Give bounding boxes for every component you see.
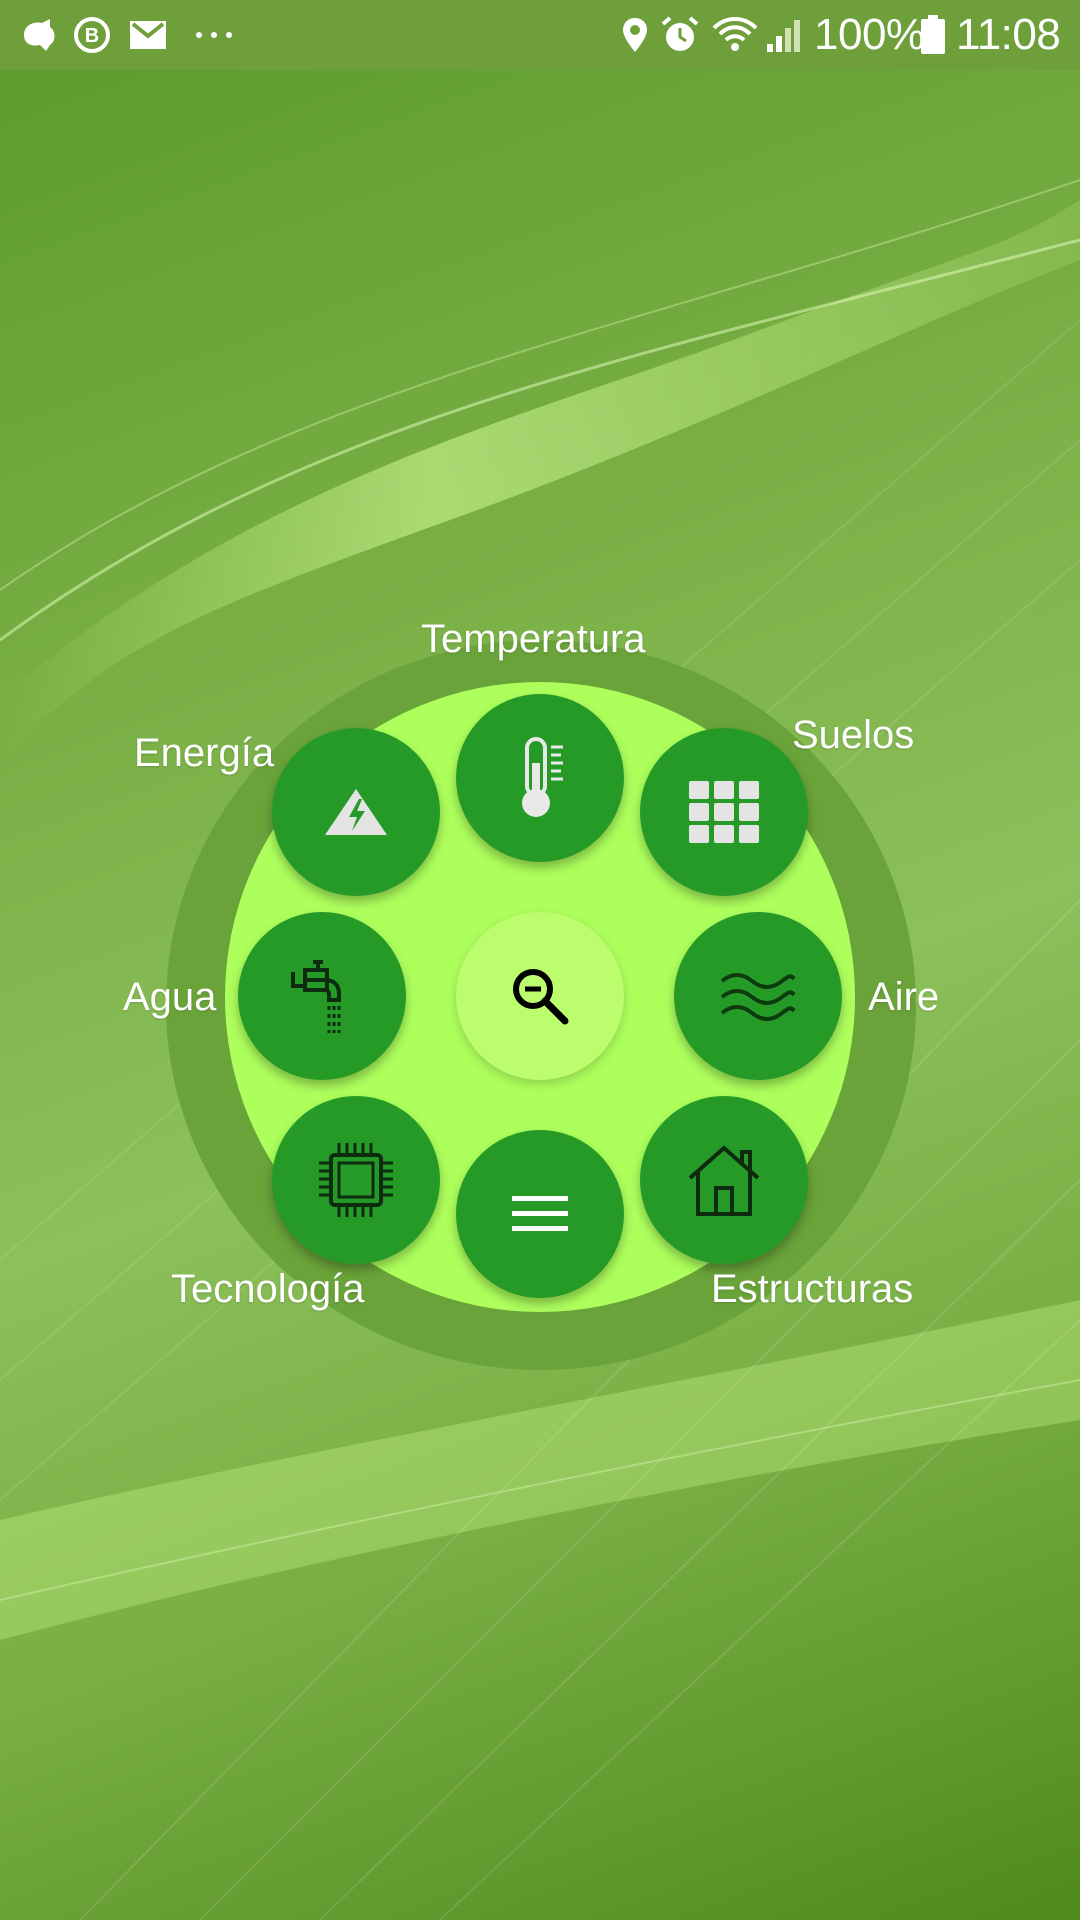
battery-percent: 100% [814, 10, 925, 59]
hamburger-menu-icon [512, 1196, 568, 1231]
zoom-out-button[interactable] [456, 912, 624, 1080]
whatsapp-business-icon: B [70, 14, 114, 56]
grid-icon [689, 781, 759, 843]
signal-icon [764, 14, 804, 56]
more-notifications-icon [192, 14, 236, 56]
suelos-button[interactable] [640, 728, 808, 896]
waves-icon [720, 973, 796, 1021]
energia-button[interactable] [272, 728, 440, 896]
tecnologia-button[interactable] [272, 1096, 440, 1264]
estructuras-button[interactable] [640, 1096, 808, 1264]
chip-icon [319, 1143, 393, 1217]
battery-icon [918, 14, 948, 56]
thermometer-icon [522, 737, 563, 817]
home-screen: B 100% 11:08 Temperatura Suelos Aire Est… [0, 0, 1080, 1920]
wifi-icon [710, 14, 760, 56]
energy-mountain-icon [325, 789, 387, 835]
agua-button[interactable] [238, 912, 406, 1080]
temperatura-button[interactable] [456, 694, 624, 862]
energia-label: Energía [134, 731, 275, 775]
house-icon [688, 1145, 760, 1216]
tecnologia-label: Tecnología [171, 1267, 365, 1311]
estructuras-label: Estructuras [711, 1267, 914, 1311]
temperatura-label: Temperatura [421, 617, 646, 661]
android-notification-icon [18, 14, 62, 56]
menu-button[interactable] [456, 1130, 624, 1298]
status-bar: B 100% 11:08 [0, 0, 1080, 70]
faucet-icon [291, 960, 341, 1033]
agua-label: Agua [123, 975, 217, 1019]
aire-button[interactable] [674, 912, 842, 1080]
location-icon [620, 14, 650, 56]
aire-label: Aire [868, 975, 940, 1019]
gmail-icon [126, 14, 170, 56]
alarm-icon [658, 14, 702, 56]
clock-time: 11:08 [956, 10, 1061, 59]
svg-text:B: B [85, 25, 99, 47]
zoom-out-icon [513, 969, 569, 1025]
suelos-label: Suelos [792, 713, 915, 757]
